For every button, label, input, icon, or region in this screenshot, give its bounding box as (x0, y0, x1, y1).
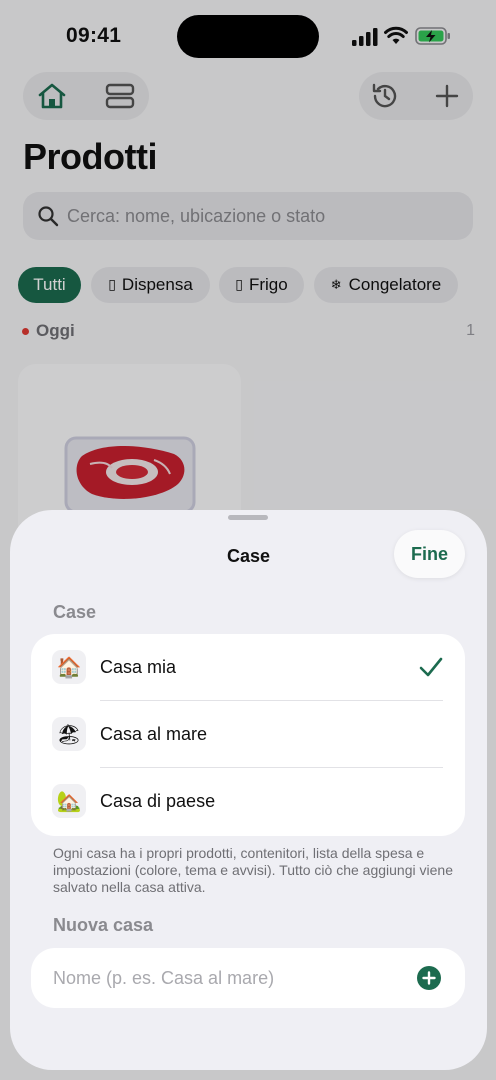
houses-footnote: Ogni casa ha i propri prodotti, contenit… (53, 845, 453, 895)
house-label: Casa di paese (100, 791, 216, 811)
new-house-label: Nuova casa (53, 915, 154, 935)
sheet-grabber[interactable] (228, 515, 268, 520)
houses-sheet: Case Fine Case 🏠 Casa mia 🏖 Casa al mare… (10, 510, 487, 1070)
done-button[interactable]: Fine (394, 530, 465, 578)
house-row-casa-al-mare[interactable]: 🏖 Casa al mare (31, 701, 465, 768)
new-house-field[interactable]: Nome (p. es. Casa al mare) (31, 948, 465, 1008)
house-row-casa-di-paese[interactable]: 🏡 Casa di paese (31, 768, 465, 835)
beach-icon: 🏖 (52, 717, 86, 751)
add-house-button[interactable] (417, 966, 441, 990)
house-label: Casa mia (100, 657, 177, 677)
house-icon: 🏠 (52, 650, 86, 684)
plus-circle-icon (422, 971, 436, 985)
checkmark-icon (419, 657, 443, 677)
house-row-casa-mia[interactable]: 🏠 Casa mia (31, 634, 465, 701)
house-garden-icon: 🏡 (52, 784, 86, 818)
houses-list: 🏠 Casa mia 🏖 Casa al mare 🏡 Casa di paes… (31, 634, 465, 836)
houses-group-label: Case (53, 602, 97, 622)
new-house-input[interactable]: Nome (p. es. Casa al mare) (53, 968, 274, 989)
house-label: Casa al mare (100, 724, 208, 744)
